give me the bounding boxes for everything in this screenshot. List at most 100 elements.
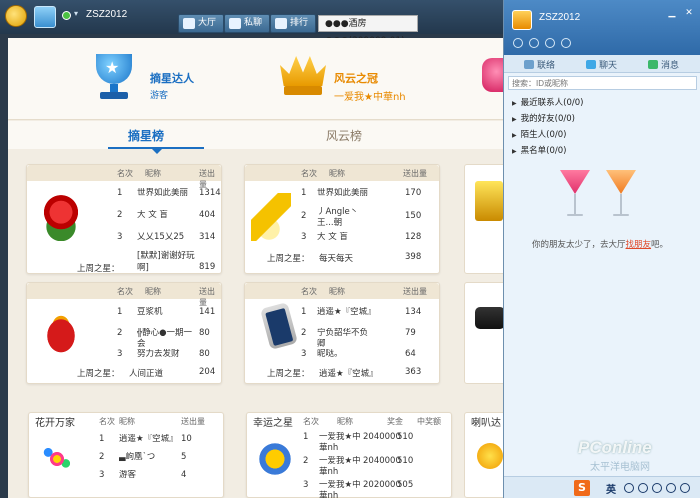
tab-wind-ranking[interactable]: 风云榜 bbox=[326, 127, 362, 144]
group-label: 陌生人(0/0) bbox=[520, 130, 567, 140]
group-friends[interactable]: ▶ 我的好友(0/0) bbox=[512, 112, 575, 124]
row-nick[interactable]: 昵哒。 bbox=[317, 349, 372, 360]
find-friends-link[interactable]: 找朋友 bbox=[626, 240, 652, 250]
user-avatar[interactable] bbox=[34, 6, 56, 28]
col-rank: 名次 bbox=[117, 169, 133, 178]
ranking-tabs: 摘星榜 风云榜 bbox=[8, 121, 503, 154]
table-row[interactable]: 1 豆浆机 141 bbox=[27, 302, 221, 324]
table-row[interactable]: 2 大 文 盲 404 bbox=[27, 205, 221, 227]
table-row[interactable]: 2 ╬静心●一期一会 80 bbox=[27, 323, 221, 349]
sogou-ime-icon[interactable]: S bbox=[574, 480, 590, 496]
minimize-icon[interactable]: ▁ bbox=[666, 8, 678, 18]
star-master-user[interactable]: 游客 bbox=[150, 88, 168, 101]
row-rank: 3 bbox=[117, 349, 123, 359]
row-nick[interactable]: 努力去发财 bbox=[137, 349, 197, 360]
row-value: 80 bbox=[199, 328, 210, 338]
col-out: 送出量 bbox=[403, 169, 427, 178]
card-header: 名次 昵称 送出量 bbox=[27, 165, 221, 189]
close-icon[interactable]: ✕ bbox=[683, 8, 695, 18]
tab-star-ranking[interactable]: 摘星榜 bbox=[128, 127, 164, 144]
watermark-subtitle: 太平洋电脑网 bbox=[590, 462, 650, 473]
prev-week-nick[interactable]: 人间正道 bbox=[129, 367, 163, 379]
cocktail-glass-icon bbox=[606, 170, 636, 222]
prev-week-label: 上周之星： bbox=[267, 254, 310, 264]
row-value: 80 bbox=[199, 349, 210, 359]
microphone-icon[interactable] bbox=[666, 483, 676, 493]
shield-icon[interactable] bbox=[529, 38, 539, 48]
ranking-button[interactable]: 排行 bbox=[270, 14, 317, 33]
table-row[interactable]: 1 一爱我★中華nh 2040000 510 bbox=[247, 427, 451, 453]
table-row[interactable]: 3 游客 4 bbox=[29, 465, 223, 487]
wind-crown-user[interactable]: 一爱我★中華nh bbox=[334, 88, 406, 103]
row-rank: 2 bbox=[117, 210, 123, 220]
col-nick: 昵称 bbox=[145, 287, 161, 296]
gift-rank-card: 名次 昵称 送出量 1 逍遥★『空城』 134 2 宁负韶华不负卿 79 3 昵… bbox=[244, 282, 440, 384]
expand-arrow-icon: ▶ bbox=[512, 132, 517, 139]
prev-week-nick[interactable]: 逍遥★『空城』 bbox=[319, 367, 378, 379]
row-nick[interactable]: 逍遥★『空城』 bbox=[317, 307, 372, 318]
search-icon[interactable] bbox=[561, 38, 571, 48]
current-room-tab[interactable]: ●●●酒房●●●(209009-01) bbox=[318, 15, 418, 46]
table-row[interactable]: 3 乂乂15乂25 314 bbox=[27, 227, 221, 249]
ime-language-toggle[interactable]: 英 bbox=[606, 481, 616, 496]
row-nick[interactable]: 逍遥★『空城』 bbox=[119, 434, 179, 445]
blue-trophy-icon: ★ bbox=[92, 54, 136, 100]
prev-week-nick[interactable]: [默默]谢谢好玩啊] bbox=[137, 249, 197, 273]
group-blacklist[interactable]: ▶ 黑名单(0/0) bbox=[512, 144, 566, 156]
row-nick[interactable]: 丿Angle丶王...朝 bbox=[317, 207, 372, 229]
lottery-rank-card: 幸运之星 名次 昵称 奖金 中奖额 1 一爱我★中華nh 2040000 510… bbox=[246, 412, 452, 498]
tab-contacts[interactable]: 联络 bbox=[524, 58, 555, 71]
row-rank: 1 bbox=[99, 434, 105, 444]
row-rank: 1 bbox=[117, 188, 123, 198]
group-strangers[interactable]: ▶ 陌生人(0/0) bbox=[512, 128, 566, 140]
private-chat-button[interactable]: 私聊 bbox=[224, 14, 271, 33]
row-nick[interactable]: 大 文 盲 bbox=[137, 210, 197, 221]
row-value: 64 bbox=[405, 349, 416, 359]
speaker-icon bbox=[477, 443, 503, 469]
row-nick[interactable]: 豆浆机 bbox=[137, 307, 197, 318]
table-row[interactable]: 2 一爱我★中華nh 2040000 510 bbox=[247, 451, 451, 477]
group-recent[interactable]: ▶ 最近联系人(0/0) bbox=[512, 96, 583, 108]
row-value: 5 bbox=[181, 452, 187, 462]
row-nick[interactable]: 乂乂15乂25 bbox=[137, 232, 197, 243]
table-row[interactable]: 3 大 文 盲 128 bbox=[245, 227, 439, 249]
table-row[interactable]: 2 宁负韶华不负卿 79 bbox=[245, 323, 439, 349]
cocktail-glass-icon bbox=[560, 170, 590, 222]
row-nick[interactable]: 大 文 盲 bbox=[317, 232, 372, 243]
gear-icon[interactable] bbox=[545, 38, 555, 48]
pen-icon[interactable] bbox=[652, 483, 662, 493]
contact-search-input[interactable] bbox=[508, 76, 697, 90]
tab-messages[interactable]: 消息 bbox=[648, 58, 679, 71]
row-nick[interactable]: 游客 bbox=[119, 470, 179, 481]
hall-button[interactable]: 大厅 bbox=[178, 14, 225, 33]
row-value: 4 bbox=[181, 470, 187, 480]
prev-week-value: 398 bbox=[405, 252, 422, 262]
row-value: 134 bbox=[405, 307, 422, 317]
table-row[interactable]: 2 丿Angle丶王...朝 150 bbox=[245, 202, 439, 228]
side-gift-card: 喇叭达 bbox=[464, 412, 504, 498]
side-gift-card bbox=[464, 164, 504, 274]
settings-icon[interactable] bbox=[680, 483, 690, 493]
online-status-icon[interactable] bbox=[62, 11, 71, 20]
table-row[interactable]: 3 努力去发财 80 bbox=[27, 344, 221, 366]
row-nick[interactable]: 世界如此美丽 bbox=[137, 188, 197, 199]
expand-arrow-icon: ▶ bbox=[512, 116, 517, 123]
status-dropdown-icon[interactable]: ▾ bbox=[74, 9, 78, 18]
ranking-hero: ★ 摘星达人 游客 风云之冠 一爱我★中華nh bbox=[8, 38, 506, 120]
row-nick[interactable]: 世界如此美丽 bbox=[317, 188, 372, 199]
emoji-icon[interactable] bbox=[638, 483, 648, 493]
prev-week-nick[interactable]: 每天每天 bbox=[319, 252, 353, 264]
table-row[interactable]: 1 逍遥★『空城』 134 bbox=[245, 302, 439, 324]
table-row[interactable]: 3 一爱我★中華nh 2020000 505 bbox=[247, 475, 451, 498]
row-value: 141 bbox=[199, 307, 216, 317]
card-title: 花开万家 bbox=[35, 418, 75, 429]
card-header: 名次 昵称 送出量 bbox=[245, 165, 439, 181]
home-icon[interactable] bbox=[513, 38, 523, 48]
tab-chat[interactable]: 聊天 bbox=[586, 58, 617, 71]
table-row[interactable]: 3 昵哒。 64 bbox=[245, 344, 439, 366]
row-nick[interactable]: 一爱我★中華nh bbox=[319, 480, 363, 498]
im-avatar[interactable] bbox=[512, 10, 532, 30]
punctuation-icon[interactable] bbox=[624, 483, 634, 493]
table-row[interactable]: 1 世界如此美丽 1314 bbox=[27, 183, 221, 205]
row-nick[interactable]: ▃岣凰ˋつ bbox=[119, 452, 179, 463]
